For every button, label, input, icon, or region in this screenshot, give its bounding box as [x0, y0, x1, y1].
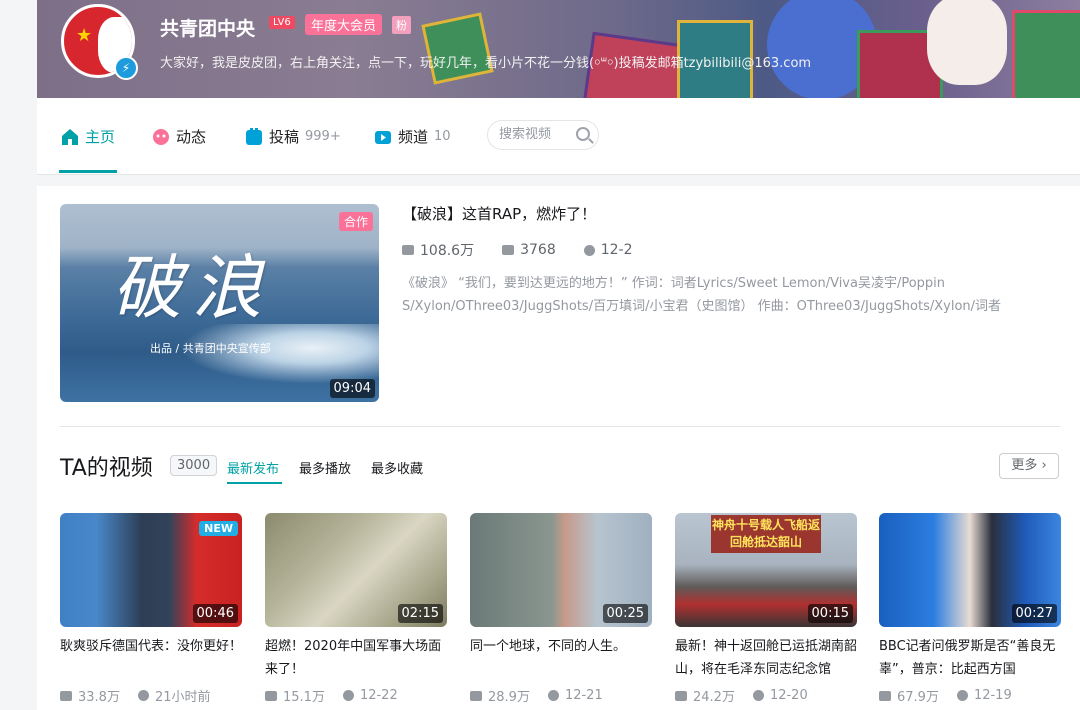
video-duration: 00:46: [192, 604, 238, 623]
video-card[interactable]: 00:25 同一个地球，不同的人生。 28.9万 12-21: [470, 513, 652, 705]
play-count: 15.1万: [283, 690, 325, 705]
collab-badge: 合作: [338, 212, 373, 231]
video-duration: 00:25: [602, 604, 648, 623]
publish-date: 12-21: [564, 688, 603, 703]
clock-icon: [752, 690, 764, 701]
danmaku-count: 3768: [520, 242, 556, 258]
tab-most-favorited[interactable]: 最多收藏: [371, 458, 423, 477]
play-count-icon: [879, 690, 891, 701]
home-icon: [62, 128, 78, 145]
tab-home[interactable]: 主页: [61, 126, 115, 147]
publish-date: 12-20: [769, 688, 808, 703]
publish-date: 12-19: [973, 688, 1012, 703]
video-card[interactable]: NEW 00:46 耿爽驳斥德国代表：没你更好！ 33.8万 21小时前: [60, 513, 242, 705]
space-nav: 主页 动态 投稿 999+ 频道 10 搜索视频: [37, 98, 1080, 175]
search-icon[interactable]: [576, 127, 590, 141]
video-thumbnail[interactable]: 02:15: [265, 513, 447, 627]
play-count-icon: [265, 690, 277, 701]
tab-channels-label: 频道: [398, 128, 429, 146]
play-count-icon: [470, 690, 482, 701]
divider: [60, 426, 1060, 427]
section-title: TA的视频: [60, 456, 153, 481]
danmaku-icon: [502, 245, 515, 255]
tab-uploads-count: 999+: [305, 129, 341, 144]
video-thumbnail[interactable]: 00:27: [879, 513, 1061, 627]
play-count-icon: [675, 690, 687, 701]
clock-icon: [342, 690, 354, 701]
video-title[interactable]: BBC记者问俄罗斯是否“善良无辜”，普京：比起西方国: [879, 635, 1061, 681]
tab-channels-count: 10: [434, 129, 451, 144]
signature: 大家好，我是皮皮团，右上角关注，点一下，玩好几年，看小片不花一分钱(￮ᐜ￮)投稿…: [160, 56, 812, 71]
video-duration: 09:04: [329, 379, 375, 398]
video-thumbnail[interactable]: 00:25: [470, 513, 652, 627]
more-button[interactable]: 更多 ›: [999, 453, 1059, 479]
video-count-badge: 3000: [170, 455, 218, 476]
thumbnail-credit: 出品 / 共青团中央宣传部: [150, 342, 271, 355]
uploads-icon: [246, 127, 262, 145]
more-label: 更多: [1011, 458, 1038, 473]
tab-most-played[interactable]: 最多播放: [299, 458, 351, 477]
active-sort-indicator: [227, 482, 282, 484]
level-badge: LV6: [269, 16, 295, 29]
username: 共青团中央: [160, 18, 256, 40]
video-card[interactable]: 00:27 BBC记者问俄罗斯是否“善良无辜”，普京：比起西方国 67.9万 1…: [879, 513, 1061, 705]
publish-date: 12-22: [359, 688, 398, 703]
profile-banner: ★ ⚡ 共青团中央 LV6 年度大会员 粉 大家好，我是皮皮团，右上角关注，点一…: [37, 0, 1080, 98]
banner-gift-decoration: [421, 12, 494, 85]
clock-icon: [137, 690, 149, 701]
video-card[interactable]: 02:15 超燃！2020年中国军事大场面来了！ 15.1万 12-22: [265, 513, 447, 705]
tab-uploads[interactable]: 投稿 999+: [245, 126, 341, 147]
play-count-icon: [402, 245, 414, 255]
banner-gift-decoration: [1012, 10, 1080, 98]
play-count: 28.9万: [488, 690, 530, 705]
publish-date: 12-2: [600, 242, 633, 258]
tab-dynamic-label: 动态: [176, 128, 207, 146]
thumbnail-caption: 神舟十号载人飞船返回舱抵达韶山: [711, 515, 821, 553]
tab-channels[interactable]: 频道 10: [374, 126, 451, 147]
search-placeholder: 搜索视频: [499, 127, 552, 142]
video-title[interactable]: 最新！神十返回舱已运抵湖南韶山，将在毛泽东同志纪念馆: [675, 635, 857, 681]
clock-icon: [583, 244, 595, 256]
video-thumbnail[interactable]: 神舟十号载人飞船返回舱抵达韶山 00:15: [675, 513, 857, 627]
fan-badge[interactable]: 粉: [392, 16, 411, 34]
dynamic-icon: [153, 128, 169, 145]
vip-badge[interactable]: 年度大会员: [305, 14, 383, 35]
featured-video-description: 《破浪》 “我们，要到达更远的地方！” 作词：词者Lyrics/Sweet Le…: [402, 276, 1002, 314]
clock-icon: [547, 690, 559, 701]
featured-video-stats: 108.6万 3768 12-2: [402, 240, 633, 260]
tab-latest[interactable]: 最新发布: [227, 458, 279, 477]
play-count: 67.9万: [897, 690, 939, 705]
tab-uploads-label: 投稿: [269, 128, 300, 146]
video-thumbnail[interactable]: NEW 00:46: [60, 513, 242, 627]
video-title[interactable]: 耿爽驳斥德国代表：没你更好！: [60, 635, 242, 681]
tab-dynamic[interactable]: 动态: [152, 126, 206, 147]
play-count: 24.2万: [693, 690, 735, 705]
star-icon: ★: [76, 25, 93, 46]
video-title[interactable]: 超燃！2020年中国军事大场面来了！: [265, 635, 447, 681]
chevron-right-icon: ›: [1041, 458, 1047, 473]
tab-home-label: 主页: [85, 128, 116, 146]
video-duration: 00:27: [1011, 604, 1057, 623]
featured-video-thumbnail[interactable]: 破浪 出品 / 共青团中央宣传部 合作 09:04: [60, 204, 379, 402]
video-duration: 00:15: [807, 604, 853, 623]
publish-date: 21小时前: [154, 690, 211, 705]
video-card[interactable]: 神舟十号载人飞船返回舱抵达韶山 00:15 最新！神十返回舱已运抵湖南韶山，将在…: [675, 513, 857, 705]
play-count: 33.8万: [78, 690, 120, 705]
play-count-icon: [60, 690, 72, 701]
video-duration: 02:15: [397, 604, 443, 623]
clock-icon: [956, 690, 968, 701]
verified-icon: ⚡: [114, 56, 138, 80]
section-gap: [37, 175, 1080, 186]
video-title[interactable]: 同一个地球，不同的人生。: [470, 635, 652, 681]
channels-icon: [375, 130, 391, 144]
new-badge: NEW: [199, 521, 238, 536]
active-tab-indicator: [59, 170, 117, 173]
featured-video-title[interactable]: 【破浪】这首RAP，燃炸了！: [402, 203, 596, 224]
banner-rabbit-decoration: [927, 0, 1007, 85]
space-page: ★ ⚡ 共青团中央 LV6 年度大会员 粉 大家好，我是皮皮团，右上角关注，点一…: [37, 0, 1080, 710]
search-video-input[interactable]: 搜索视频: [487, 120, 599, 150]
play-count: 108.6万: [420, 243, 475, 259]
thumbnail-title-text: 破浪: [112, 247, 272, 329]
